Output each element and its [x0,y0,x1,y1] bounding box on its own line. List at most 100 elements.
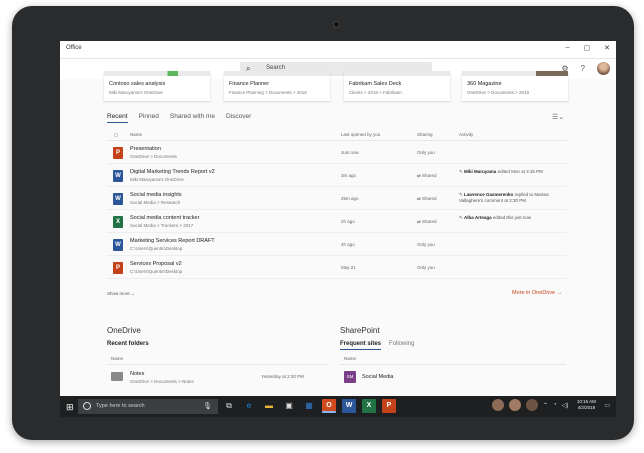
maximize-button[interactable]: ▢ [584,44,591,52]
taskbar-apps: ⧉ e ▬ ▣ ▦ O W X P [222,399,396,413]
recent-card[interactable]: 360 Magazine OneDrive > Documents > 2018 [462,71,568,101]
sharing-status: ⇄ Shared [417,219,437,225]
window-controls: – ▢ ✕ [566,44,610,52]
recent-card[interactable]: Fabrikam Sales Deck Clients > 2018 > Fab… [344,71,450,101]
file-explorer-icon[interactable]: ▬ [262,399,276,413]
sharing-status: Only you [417,150,435,155]
sharing-status: ⇄ Shared [417,173,437,179]
more-in-onedrive-link[interactable]: More in OneDrive → [512,290,562,296]
people-avatar[interactable] [526,399,539,411]
activity-user: Miki Maruyama [464,169,497,174]
divider [107,364,329,365]
taskbar-search-input[interactable]: Type here to search 🎙 [78,399,218,414]
card-thumbnail [224,71,330,76]
site-icon: SM [344,371,356,383]
recent-cards: Contoso sales analysis Miki Maruyama's O… [104,71,574,103]
file-tabs: Recent Pinned Shared with me Discover [107,113,251,123]
avatar[interactable] [597,62,610,75]
sharing-label: Only you [417,265,435,270]
folder-path: OneDrive > Documents > Notes [130,379,194,384]
card-thumbnail [344,71,450,76]
table-header: ▢ Name Last opened by you Sharing Activi… [107,129,567,141]
volume-icon[interactable]: ◁) [562,402,569,409]
excel-icon[interactable]: X [362,399,376,413]
windows-start-icon[interactable]: ⊞ [66,402,74,413]
file-name: Social media content tracker [130,215,200,221]
card-title: 360 Magazine [467,81,502,87]
task-view-icon[interactable]: ⧉ [222,399,236,413]
help-icon[interactable]: ? [581,64,585,73]
close-button[interactable]: ✕ [604,44,610,52]
minimize-button[interactable]: – [566,44,570,52]
file-type-icon: X [113,216,123,228]
file-path: Miki Maruyama's OneDrive [130,177,184,182]
file-name: Presentation [130,146,161,152]
taskbar-search-placeholder: Type here to search [96,403,145,409]
word-icon[interactable]: W [342,399,356,413]
notification-icon[interactable]: ▭ [604,402,610,409]
tab-frequent-sites[interactable]: Frequent sites [340,341,382,350]
table-row[interactable]: X Social media content tracker Social Medi… [107,210,567,233]
table-row[interactable]: P Services Proposal v2 C:\Users\Quentin\De… [107,256,567,279]
sharing-label: Shared [422,196,437,201]
clock-date: 4/2/2018 [577,405,596,410]
sharing-label: Only you [417,242,435,247]
file-type-icon: P [113,262,123,274]
tab-recent[interactable]: Recent [107,113,128,123]
chevron-up-icon[interactable]: ⌃ [543,402,548,409]
col-activity[interactable]: Activity [459,132,473,137]
cortana-icon [83,402,91,410]
activity-user: Lawrence Gasmerenko [464,192,514,197]
wifi-icon[interactable]: ◔ [553,402,557,408]
recent-card[interactable]: Finance Planner Finance Planning > Docum… [224,71,330,101]
table-row[interactable]: P Presentation OneDrive > Documents Just no… [107,141,567,164]
title-bar: Office – ▢ ✕ [60,41,616,59]
col-sharing[interactable]: Sharing [417,132,433,137]
card-path: Miki Maruyama's OneDrive [109,90,163,95]
file-name: Marketing Services Report DRAFT [130,238,215,244]
file-type-icon: W [113,170,123,182]
site-name[interactable]: Social Media [362,374,394,380]
divider [340,364,566,365]
activity: ✎ Alba Arteaga edited this just now [459,215,569,221]
tab-pinned[interactable]: Pinned [139,113,159,123]
last-opened: 4h ago [341,242,355,247]
onedrive-title: OneDrive [107,326,141,335]
microphone-icon[interactable]: 🎙 [203,402,212,410]
people-avatar[interactable] [509,399,522,411]
activity: ✎ Lawrence Gasmerenko replied to Maissa … [459,192,569,204]
tab-discover[interactable]: Discover [226,113,251,123]
sharing-label: Shared [422,173,437,178]
sharepoint-col-name: Name [344,356,357,361]
tab-following[interactable]: Following [389,341,414,350]
tab-shared-with-me[interactable]: Shared with me [170,113,215,123]
sharing-label: Shared [422,219,437,224]
people-avatar[interactable] [492,399,505,411]
folder-date: Yesterday at 2:30 PM [261,374,304,379]
card-thumbnail [104,71,210,76]
last-opened: 3m ago [341,173,357,178]
table-row[interactable]: W Social media insights Social Media > Res… [107,187,567,210]
recent-folders-title: Recent folders [107,341,149,347]
office-icon[interactable]: O [322,399,336,413]
sort-icon[interactable]: ☰⌄ [552,113,564,121]
file-type-icon: W [113,239,123,251]
sharepoint-tabs: Frequent sites Following [340,341,414,350]
edge-icon[interactable]: e [242,399,256,413]
card-title: Contoso sales analysis [109,81,166,87]
activity-text: edited Mon at 3:15 PM [497,169,543,174]
file-name: Digital Marketing Trends Report v2 [130,169,215,175]
col-last-opened[interactable]: Last opened by you [341,132,380,137]
table-row[interactable]: W Marketing Services Report DRAFT C:\Users… [107,233,567,256]
card-path: Clients > 2018 > Fabrikam [349,90,402,95]
table-row[interactable]: W Digital Marketing Trends Report v2 Miki … [107,164,567,187]
recent-card[interactable]: Contoso sales analysis Miki Maruyama's O… [104,71,210,101]
show-more-link[interactable]: Show more ⌄ [107,291,135,297]
folder-name[interactable]: Notes [130,371,144,377]
taskbar-clock[interactable]: 10:16 AM 4/2/2018 [573,399,599,411]
store-icon[interactable]: ▣ [282,399,296,413]
onedrive-col-name: Name [111,356,124,361]
powerpoint-icon[interactable]: P [382,399,396,413]
photos-icon[interactable]: ▦ [302,399,316,413]
col-name[interactable]: Name [130,132,142,137]
